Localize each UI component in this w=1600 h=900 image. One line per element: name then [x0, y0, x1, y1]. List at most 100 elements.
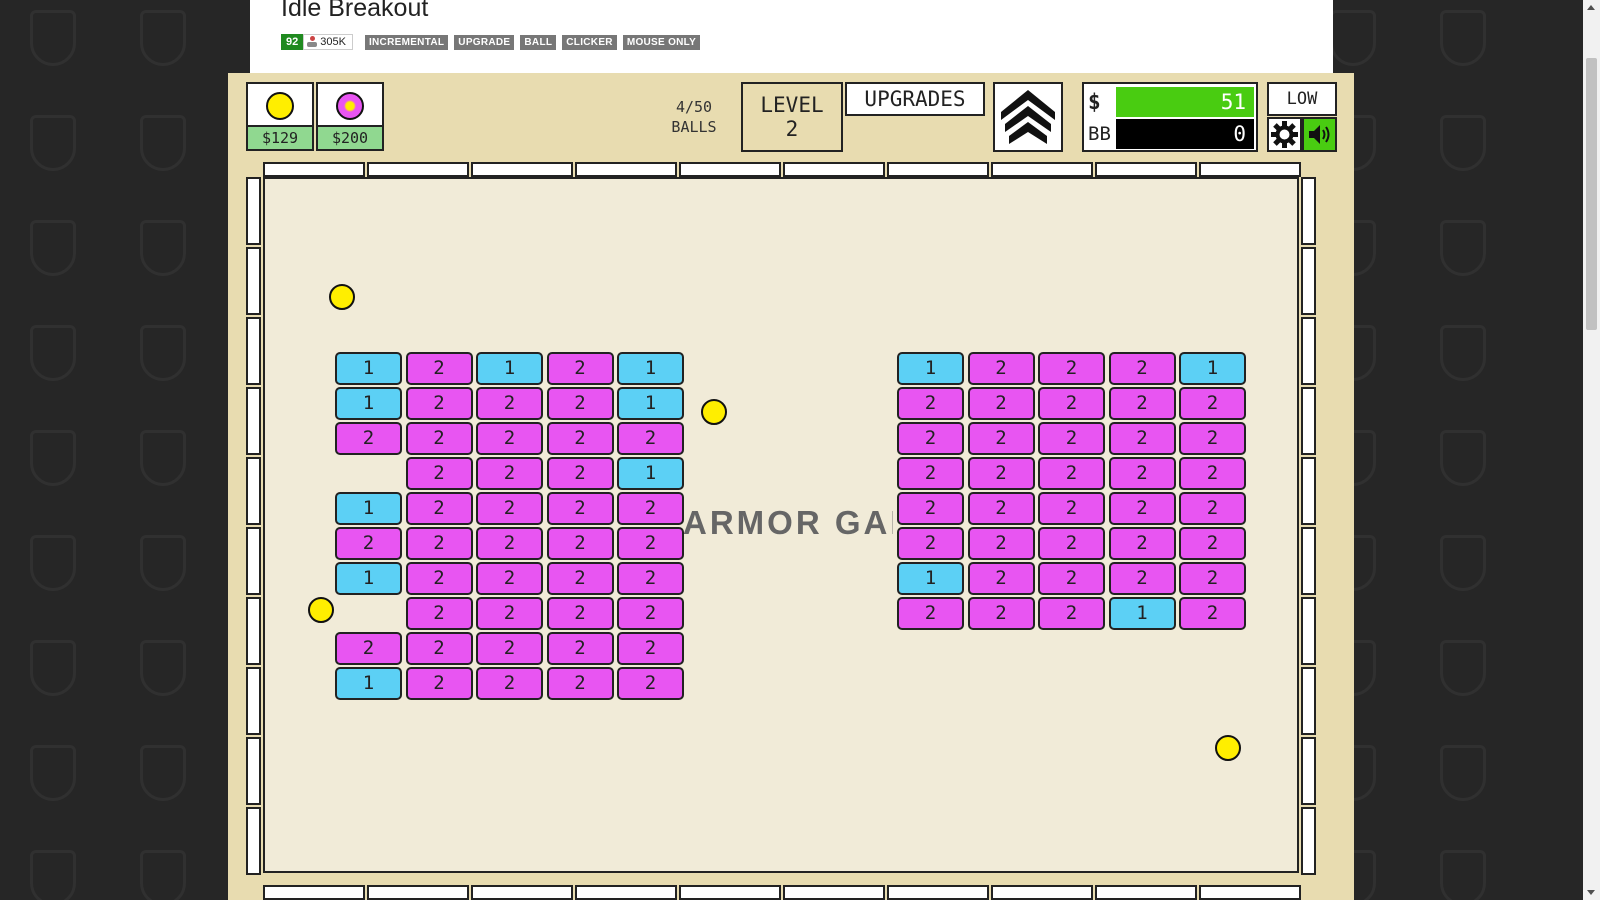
- brick[interactable]: 2: [546, 562, 614, 595]
- prestige-button[interactable]: [993, 82, 1063, 152]
- brick[interactable]: 1: [897, 352, 964, 385]
- brick[interactable]: 2: [617, 562, 684, 595]
- settings-button[interactable]: [1267, 117, 1302, 152]
- brick[interactable]: 2: [405, 422, 473, 455]
- upgrades-button[interactable]: UPGRADES: [845, 82, 985, 116]
- brick[interactable]: 1: [617, 387, 684, 420]
- brick[interactable]: 2: [617, 492, 684, 525]
- brick[interactable]: 2: [967, 422, 1035, 455]
- brick[interactable]: 2: [405, 352, 473, 385]
- brick[interactable]: 2: [967, 527, 1035, 560]
- tag-ball[interactable]: BALL: [520, 34, 557, 50]
- tag-upgrade[interactable]: UPGRADE: [454, 34, 515, 50]
- brick[interactable]: 2: [897, 457, 964, 490]
- brick[interactable]: 2: [897, 492, 964, 525]
- brick[interactable]: 2: [476, 492, 543, 525]
- brick[interactable]: 1: [335, 352, 402, 385]
- brick[interactable]: 2: [1108, 387, 1176, 420]
- brick[interactable]: 1: [1179, 352, 1246, 385]
- brick[interactable]: 2: [967, 492, 1035, 525]
- brick[interactable]: 2: [1179, 562, 1246, 595]
- buy-basic-ball-button[interactable]: $129: [246, 82, 314, 151]
- brick[interactable]: 2: [405, 632, 473, 665]
- brick[interactable]: 2: [476, 597, 543, 630]
- brick[interactable]: 2: [1038, 492, 1105, 525]
- brick[interactable]: 2: [897, 422, 964, 455]
- brick[interactable]: 2: [617, 632, 684, 665]
- brick[interactable]: 1: [335, 562, 402, 595]
- brick[interactable]: 2: [1179, 492, 1246, 525]
- brick[interactable]: 2: [476, 667, 543, 700]
- brick[interactable]: 1: [897, 562, 964, 595]
- brick[interactable]: 1: [335, 387, 402, 420]
- brick[interactable]: 1: [617, 457, 684, 490]
- brick[interactable]: 2: [405, 597, 473, 630]
- brick[interactable]: 2: [476, 387, 543, 420]
- tag-incremental[interactable]: INCREMENTAL: [364, 34, 449, 50]
- brick[interactable]: 2: [546, 457, 614, 490]
- brick[interactable]: 2: [967, 597, 1035, 630]
- brick[interactable]: 2: [617, 527, 684, 560]
- quality-toggle-button[interactable]: LOW: [1267, 82, 1337, 116]
- brick[interactable]: 2: [1038, 457, 1105, 490]
- brick[interactable]: 2: [1108, 562, 1176, 595]
- brick[interactable]: 2: [897, 387, 964, 420]
- page-scrollbar[interactable]: [1583, 0, 1600, 900]
- brick[interactable]: 1: [1108, 597, 1176, 630]
- play-field[interactable]: ARMOR GAMES 1212112221222222221122222222…: [263, 177, 1299, 873]
- brick[interactable]: 2: [546, 352, 614, 385]
- brick[interactable]: 2: [405, 387, 473, 420]
- sound-toggle-button[interactable]: [1302, 117, 1337, 152]
- brick[interactable]: 1: [617, 352, 684, 385]
- brick[interactable]: 2: [967, 387, 1035, 420]
- brick[interactable]: 2: [1038, 422, 1105, 455]
- brick[interactable]: 2: [1179, 457, 1246, 490]
- brick[interactable]: 2: [405, 562, 473, 595]
- brick[interactable]: 1: [335, 492, 402, 525]
- brick[interactable]: 2: [617, 597, 684, 630]
- tag-clicker[interactable]: CLICKER: [562, 34, 617, 50]
- brick[interactable]: 2: [405, 667, 473, 700]
- brick[interactable]: 2: [1038, 597, 1105, 630]
- brick[interactable]: 2: [405, 492, 473, 525]
- brick[interactable]: 2: [476, 422, 543, 455]
- scroll-up-icon[interactable]: [1587, 5, 1595, 10]
- buy-plasma-ball-button[interactable]: $200: [316, 82, 384, 151]
- brick[interactable]: 2: [476, 457, 543, 490]
- brick[interactable]: 2: [546, 597, 614, 630]
- brick[interactable]: 2: [1179, 422, 1246, 455]
- brick[interactable]: 2: [546, 527, 614, 560]
- brick[interactable]: 2: [897, 527, 964, 560]
- brick[interactable]: 2: [546, 632, 614, 665]
- brick[interactable]: 2: [546, 422, 614, 455]
- brick[interactable]: 2: [1179, 527, 1246, 560]
- tag-mouse-only[interactable]: MOUSE ONLY: [622, 34, 701, 50]
- brick[interactable]: 2: [1108, 352, 1176, 385]
- brick[interactable]: 2: [476, 632, 543, 665]
- brick[interactable]: 2: [405, 457, 473, 490]
- brick[interactable]: 2: [546, 492, 614, 525]
- brick[interactable]: 2: [546, 387, 614, 420]
- brick[interactable]: 2: [1038, 527, 1105, 560]
- brick[interactable]: 1: [335, 667, 402, 700]
- brick[interactable]: 2: [1179, 387, 1246, 420]
- brick[interactable]: 2: [1038, 387, 1105, 420]
- brick[interactable]: 2: [1108, 422, 1176, 455]
- brick[interactable]: 2: [335, 632, 402, 665]
- brick[interactable]: 2: [617, 422, 684, 455]
- brick[interactable]: 2: [897, 597, 964, 630]
- brick[interactable]: 2: [967, 457, 1035, 490]
- brick[interactable]: 2: [1108, 527, 1176, 560]
- scroll-thumb[interactable]: [1586, 58, 1597, 330]
- brick[interactable]: 2: [476, 527, 543, 560]
- brick[interactable]: 2: [405, 527, 473, 560]
- brick[interactable]: 2: [546, 667, 614, 700]
- brick[interactable]: 1: [476, 352, 543, 385]
- brick[interactable]: 2: [1038, 352, 1105, 385]
- scroll-down-icon[interactable]: [1587, 890, 1595, 895]
- brick[interactable]: 2: [1108, 492, 1176, 525]
- brick[interactable]: 2: [1108, 457, 1176, 490]
- brick[interactable]: 2: [967, 562, 1035, 595]
- brick[interactable]: 2: [1038, 562, 1105, 595]
- brick[interactable]: 2: [1179, 597, 1246, 630]
